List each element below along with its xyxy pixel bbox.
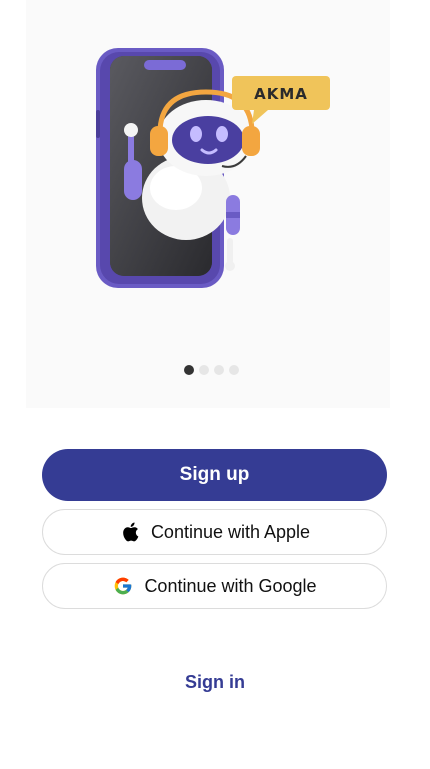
continue-with-apple-button[interactable]: Continue with Apple: [42, 509, 387, 555]
robot-phone-illustration: AKMA: [96, 48, 330, 288]
carousel-dot-4[interactable]: [229, 365, 239, 375]
speech-bubble: AKMA: [232, 76, 330, 124]
carousel-indicator: [184, 365, 239, 375]
carousel-dot-3[interactable]: [214, 365, 224, 375]
hero-carousel[interactable]: AKMA: [26, 0, 390, 408]
apple-label: Continue with Apple: [150, 521, 311, 542]
google-icon: [112, 575, 134, 597]
signin-link[interactable]: Sign in: [0, 672, 430, 693]
google-label: Continue with Google: [144, 575, 317, 596]
bubble-text: AKMA: [254, 85, 308, 103]
signup-label: Sign up: [179, 464, 250, 485]
continue-with-google-button[interactable]: Continue with Google: [42, 563, 387, 609]
apple-icon: [119, 521, 141, 543]
onboarding-screen: AKMA Sign up Continue with Apple Continu…: [0, 0, 430, 769]
carousel-dot-1[interactable]: [184, 365, 194, 375]
carousel-dot-2[interactable]: [199, 365, 209, 375]
signup-button[interactable]: Sign up: [42, 449, 387, 501]
